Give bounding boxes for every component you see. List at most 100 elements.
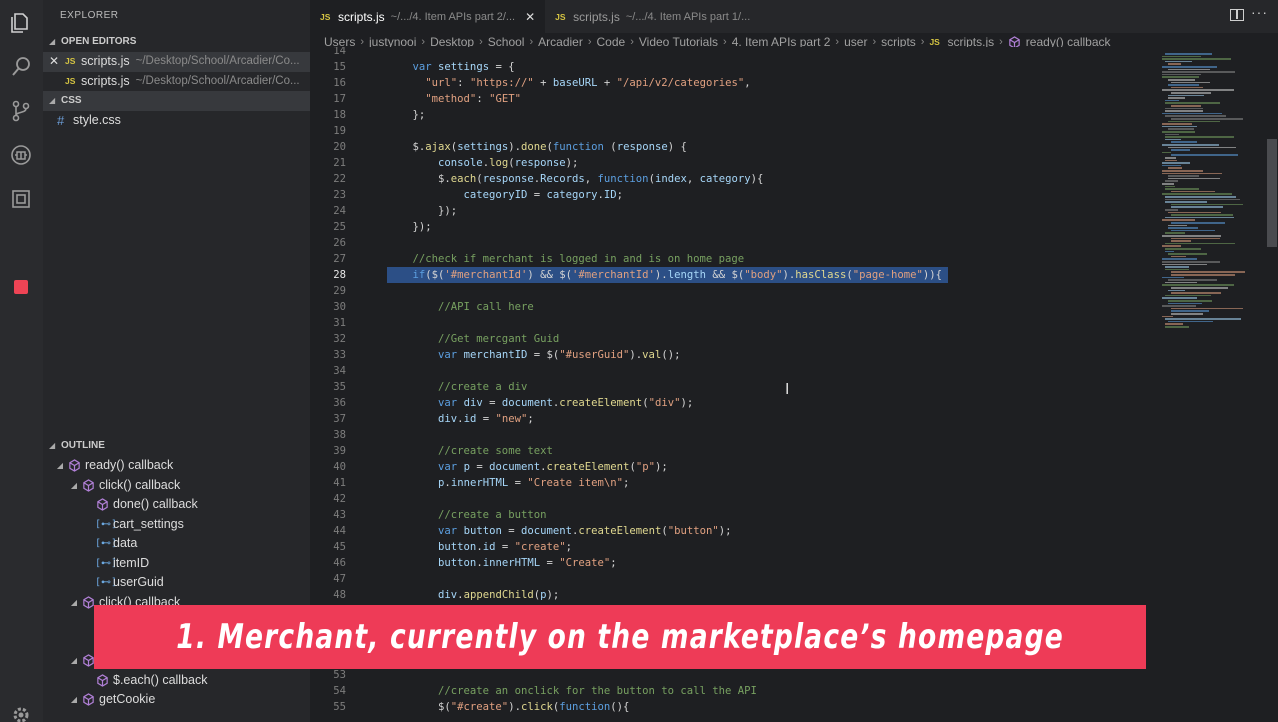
code-text: "method": "GET" [387, 91, 521, 107]
code-line[interactable]: 25 }); [310, 219, 1158, 235]
code-token: ). [508, 141, 521, 153]
code-line[interactable]: 35 //create a div [310, 379, 1158, 395]
code-line[interactable]: 54 //create an onclick for the button to… [310, 683, 1158, 699]
minimap[interactable] [1158, 51, 1264, 722]
outline-item[interactable]: ◢ getCookie [43, 690, 310, 710]
expand-icon[interactable]: ◢ [67, 476, 81, 496]
css-folder-header[interactable]: ◢ CSS [43, 91, 310, 111]
extensions-icon[interactable] [8, 186, 34, 212]
scroll-thumb[interactable] [1267, 139, 1277, 247]
code-token: if [412, 269, 426, 281]
text-cursor-icon: I [785, 380, 790, 398]
file-item-style-css[interactable]: # style.css [43, 111, 310, 131]
code-line[interactable]: 29 [310, 283, 1158, 299]
code-line[interactable]: 21 console.log(response); [310, 155, 1158, 171]
open-editor-item[interactable]: JS scripts.js ~/Desktop/School/Arcadier/… [43, 72, 310, 92]
minimap-line [1165, 115, 1226, 117]
code-token: //create a button [438, 509, 547, 521]
debug-icon[interactable] [8, 142, 34, 168]
code-line[interactable]: 53 [310, 667, 1158, 683]
code-line[interactable]: 41 p.innerHTML = "Create item\n"; [310, 475, 1158, 491]
code-line[interactable]: 20 $.ajax(settings).done(function (respo… [310, 139, 1158, 155]
outline-item[interactable]: done() callback [43, 495, 310, 515]
source-control-icon[interactable] [8, 98, 34, 124]
code-line[interactable]: 55 $("#create").click(function(){ [310, 699, 1158, 715]
code-line[interactable]: 44 var button = document.createElement("… [310, 523, 1158, 539]
code-line[interactable]: 26 [310, 235, 1158, 251]
vertical-scrollbar[interactable] [1266, 51, 1278, 722]
expand-icon[interactable]: ◢ [53, 456, 67, 476]
open-editors-header[interactable]: ◢ OPEN EDITORS [43, 32, 310, 52]
tab-scripts-js-part1[interactable]: JS scripts.js ~/.../4. Item APIs part 1/… [545, 0, 770, 33]
outline-header[interactable]: ◢ OUTLINE [43, 436, 310, 456]
code-line[interactable]: 43 //create a button [310, 507, 1158, 523]
code-line[interactable]: 40 var p = document.createElement("p"); [310, 459, 1158, 475]
code-token: ; [565, 541, 573, 553]
code-line[interactable]: 42 [310, 491, 1158, 507]
open-editor-item[interactable]: ✕ JS scripts.js ~/Desktop/School/Arcadie… [43, 52, 310, 72]
outline-item[interactable]: [⊷] userGuid [43, 573, 310, 593]
expand-icon[interactable]: ◢ [67, 651, 81, 671]
expand-icon[interactable]: ◢ [67, 593, 81, 613]
code-text: categoryID = category.ID; [387, 187, 624, 203]
more-actions-icon[interactable]: ··· [1251, 4, 1268, 20]
line-number: 32 [333, 333, 346, 345]
tab-scripts-js-part2[interactable]: JS scripts.js ~/.../4. Item APIs part 2/… [310, 0, 546, 33]
code-token: each [450, 173, 477, 185]
outline-item[interactable]: $.each() callback [43, 671, 310, 691]
minimap-line [1168, 94, 1204, 97]
code-line[interactable]: 31 [310, 315, 1158, 331]
close-icon[interactable]: ✕ [525, 10, 535, 24]
minimap-line [1162, 297, 1197, 299]
minimap-line [1171, 190, 1215, 193]
line-number: 25 [333, 221, 346, 233]
code-line[interactable]: 48 div.appendChild(p); [310, 587, 1158, 603]
code-line[interactable]: 28 if($('#merchantId') && $('#merchantId… [310, 267, 1158, 283]
outline-item[interactable]: [⊷] itemID [43, 554, 310, 574]
code-line[interactable]: 39 //create some text [310, 443, 1158, 459]
outline-item[interactable]: [⊷] data [43, 534, 310, 554]
code-line[interactable]: 19 [310, 123, 1158, 139]
outline-item[interactable]: ◢ click() callback [43, 476, 310, 496]
code-line[interactable]: 14 [310, 47, 1158, 59]
code-line[interactable]: 30 //API call here [310, 299, 1158, 315]
code-line[interactable]: 38 [310, 427, 1158, 443]
code-line[interactable]: 37 div.id = "new"; [310, 411, 1158, 427]
code-line[interactable]: 45 button.id = "create"; [310, 539, 1158, 555]
code-token: index [654, 173, 687, 185]
code-line[interactable]: 47 [310, 571, 1158, 587]
code-text: $.each(response.Records, function(index,… [387, 171, 763, 187]
close-icon[interactable]: ✕ [43, 52, 65, 72]
code-line[interactable]: 18 }; [310, 107, 1158, 123]
outline-item[interactable]: [⊷] cart_settings [43, 515, 310, 535]
code-line[interactable]: 27 //check if merchant is logged in and … [310, 251, 1158, 267]
line-number: 47 [333, 573, 346, 585]
expand-icon[interactable]: ◢ [67, 690, 81, 710]
minimap-line [1165, 266, 1189, 268]
minimap-line [1168, 120, 1220, 123]
minimap-line [1162, 123, 1192, 125]
search-icon[interactable] [8, 54, 34, 80]
tab-label: scripts.js [338, 9, 385, 24]
code-line[interactable]: 24 }); [310, 203, 1158, 219]
split-editor-icon[interactable] [1230, 9, 1244, 21]
code-line[interactable]: 16 "url": "https://" + baseURL + "/api/v… [310, 75, 1158, 91]
code-line[interactable]: 23 categoryID = category.ID; [310, 187, 1158, 203]
code-line[interactable]: 22 $.each(response.Records, function(ind… [310, 171, 1158, 187]
record-icon[interactable] [8, 274, 34, 300]
code-line[interactable]: 17 "method": "GET" [310, 91, 1158, 107]
code-line[interactable]: 15 var settings = { [310, 59, 1158, 75]
outline-item[interactable]: ◢ ready() callback [43, 456, 310, 476]
file-path: ~/Desktop/School/Arcadier/Co... [135, 74, 300, 87]
code-line[interactable]: 32 //Get mercgant Guid [310, 331, 1158, 347]
code-line[interactable]: 33 var merchantID = $("#userGuid").val()… [310, 347, 1158, 363]
code-line[interactable]: 46 button.innerHTML = "Create"; [310, 555, 1158, 571]
code-line[interactable]: 36 var div = document.createElement("div… [310, 395, 1158, 411]
code-line[interactable]: 34 [310, 363, 1158, 379]
files-icon[interactable] [8, 10, 34, 36]
gear-icon[interactable] [8, 702, 34, 722]
